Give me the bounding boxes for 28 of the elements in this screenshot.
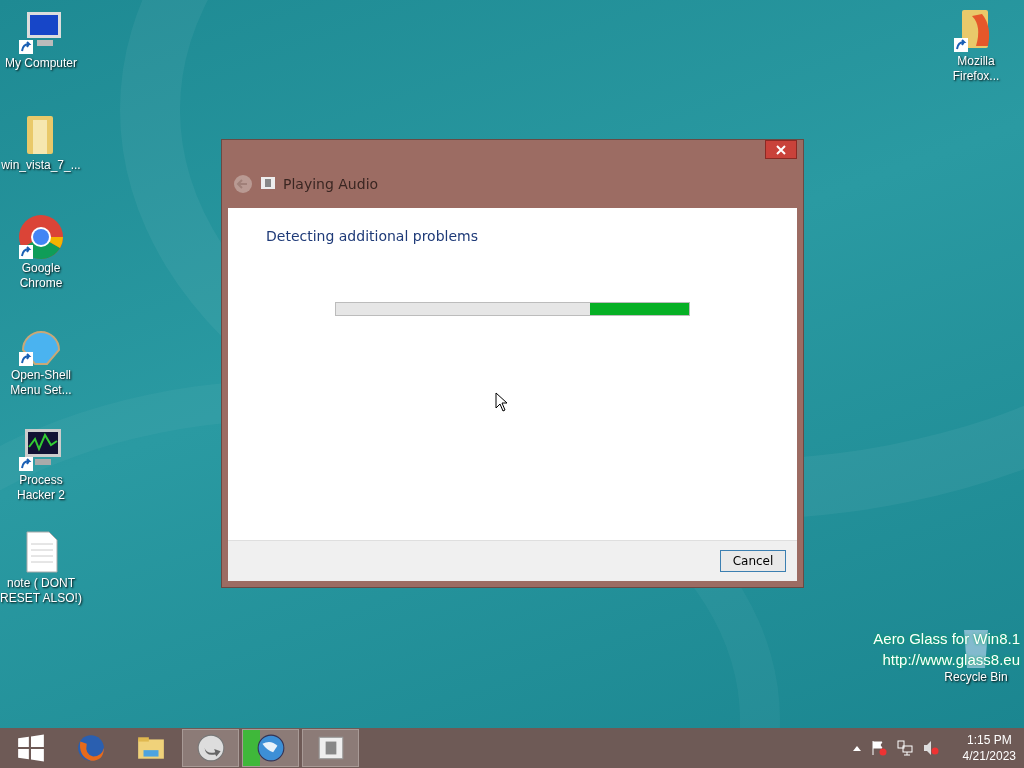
icon-label: Open-Shell Menu Set... — [9, 368, 73, 398]
status-heading: Detecting additional problems — [266, 228, 479, 244]
audio-app-icon — [261, 177, 275, 191]
mouse-cursor-icon — [495, 392, 507, 412]
icon-label: Mozilla Firefox... — [951, 54, 1001, 84]
taskbar-button[interactable] — [242, 729, 299, 767]
icon-label: Google Chrome — [18, 261, 64, 291]
icon-label: Process Hacker 2 — [16, 473, 66, 503]
close-button[interactable] — [765, 140, 797, 159]
window-title: Playing Audio — [283, 176, 379, 192]
watermark-text: http://www.glass8.eu — [882, 650, 1020, 670]
cancel-button[interactable]: Cancel — [720, 550, 786, 572]
icon-label: win_vista_7_... — [0, 158, 82, 173]
speaker-muted-icon[interactable] — [922, 740, 939, 756]
caret-up-icon[interactable] — [852, 745, 861, 751]
close-icon — [776, 144, 786, 155]
globe-icon — [255, 733, 286, 763]
icon-label: Recycle Bin — [943, 670, 1009, 685]
flag-warning-icon[interactable] — [870, 740, 887, 756]
icon-label: note ( DONT RESET ALSO!) — [0, 576, 82, 606]
watermark-text: Aero Glass for Win8.1 — [873, 629, 1020, 649]
fox-globe-icon — [75, 733, 106, 763]
windows-logo-icon — [15, 733, 46, 763]
clock-time[interactable]: 1:15 PM — [966, 732, 1012, 748]
chrome-icon[interactable] — [17, 213, 65, 261]
network-icon[interactable] — [896, 740, 913, 756]
icon-label: My Computer — [4, 56, 78, 71]
clock-date[interactable]: 4/21/2023 — [962, 748, 1016, 764]
